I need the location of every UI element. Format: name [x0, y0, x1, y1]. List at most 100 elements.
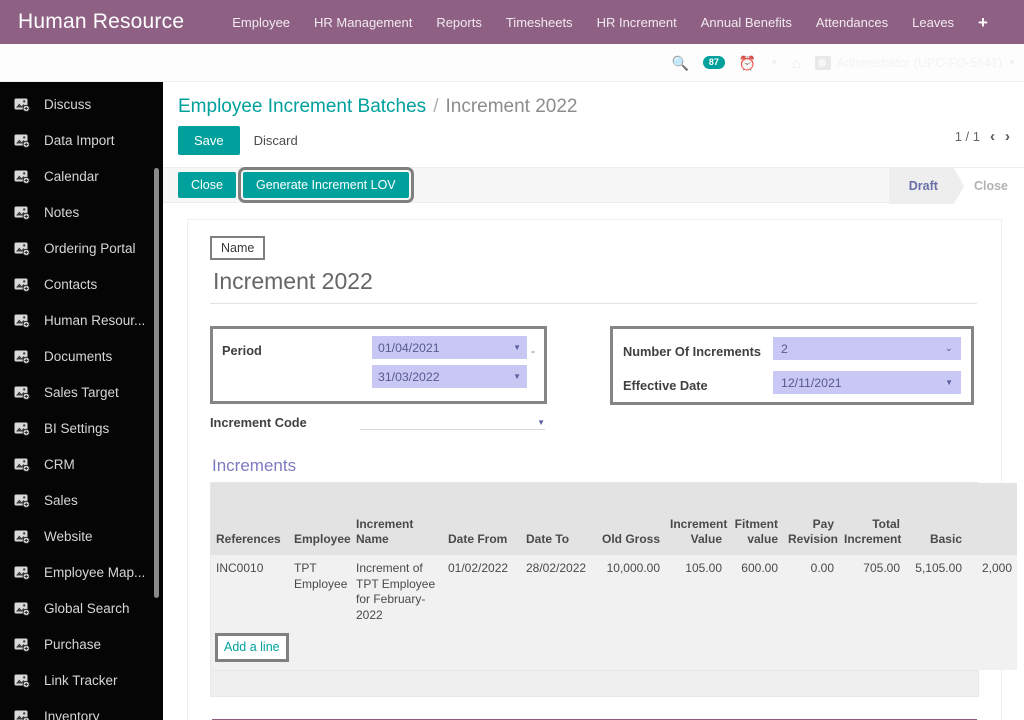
- increments-settings-group: Number Of Increments 2 ⌄ Effective Date: [610, 326, 974, 405]
- col-references[interactable]: References: [211, 483, 289, 555]
- chevron-down-icon[interactable]: ▼: [770, 58, 778, 67]
- sidebar-item-discuss[interactable]: Discuss: [0, 86, 163, 122]
- number-of-increments-value-wrap: 2 ⌄: [773, 337, 961, 360]
- sidebar-item-website[interactable]: Website: [0, 518, 163, 554]
- sidebar-item-inventory[interactable]: Inventory: [0, 698, 163, 720]
- sidebar-item-sales[interactable]: Sales: [0, 482, 163, 518]
- cell-overflow: 2,000: [967, 555, 1017, 630]
- form-group-left: Period 01/04/2021 ▼ - 31/03/2022 ▼ Incre…: [210, 326, 565, 430]
- record-buttons-row: Save Discard 1 / 1 ‹ ›: [163, 124, 1024, 155]
- col-overflow: [967, 483, 1017, 555]
- search-icon[interactable]: 🔍: [671, 56, 688, 70]
- period-from-input[interactable]: 01/04/2021 ▼: [372, 336, 527, 359]
- sidebar-item-contacts[interactable]: Contacts: [0, 266, 163, 302]
- app-brand-title[interactable]: Human Resource: [0, 10, 184, 34]
- status-bar: Draft Close: [888, 168, 1024, 204]
- sidebar-item-label: Documents: [44, 348, 113, 364]
- period-to-input[interactable]: 31/03/2022 ▼: [372, 365, 527, 388]
- col-basic[interactable]: Basic: [905, 483, 967, 555]
- sidebar-item-global-search[interactable]: Global Search: [0, 590, 163, 626]
- sidebar-scrollbar[interactable]: [154, 168, 159, 598]
- col-increment-value[interactable]: Increment Value: [665, 483, 727, 555]
- name-field-value[interactable]: Increment 2022: [210, 260, 977, 304]
- col-total-increment[interactable]: Total Increment: [839, 483, 905, 555]
- menu-item-reports[interactable]: Reports: [424, 9, 494, 36]
- sidebar-item-label: Global Search: [44, 600, 130, 616]
- increment-code-input[interactable]: ▼: [360, 408, 545, 430]
- menu-item-leaves[interactable]: Leaves: [900, 9, 966, 36]
- plus-icon[interactable]: +: [966, 10, 1000, 35]
- sidebar-item-human-resour[interactable]: Human Resour...: [0, 302, 163, 338]
- menu-item-hr-increment[interactable]: HR Increment: [585, 9, 689, 36]
- app-sidebar[interactable]: Discuss Data Import Calendar Notes Ordering …: [0, 82, 163, 720]
- control-panel: Employee Increment Batches / Increment 2…: [163, 82, 1024, 204]
- col-date-from[interactable]: Date From: [443, 483, 521, 555]
- pager-next-icon[interactable]: ›: [1005, 128, 1010, 145]
- effective-date-value-wrap: 12/11/2021 ▼: [773, 371, 961, 394]
- sidebar-item-link-tracker[interactable]: Link Tracker: [0, 662, 163, 698]
- col-pay-revision[interactable]: Pay Revision: [783, 483, 839, 555]
- image-placeholder-icon: [14, 637, 31, 652]
- sidebar-item-sales-target[interactable]: Sales Target: [0, 374, 163, 410]
- sidebar-item-notes[interactable]: Notes: [0, 194, 163, 230]
- image-placeholder-icon: [14, 529, 31, 544]
- form-group-right: Number Of Increments 2 ⌄ Effective Date: [610, 326, 974, 430]
- chevron-down-icon: ▼: [945, 378, 953, 387]
- clock-icon[interactable]: ⏰: [739, 56, 756, 70]
- increment-code-field: Increment Code ▼: [210, 408, 565, 430]
- save-button[interactable]: Save: [178, 126, 240, 155]
- sidebar-item-label: Notes: [44, 204, 80, 220]
- col-date-to[interactable]: Date To: [521, 483, 597, 555]
- status-badge-close[interactable]: Close: [953, 168, 1024, 204]
- menu-item-annual-benefits[interactable]: Annual Benefits: [689, 9, 804, 36]
- effective-date-value: 12/11/2021: [781, 375, 842, 390]
- period-label: Period: [222, 343, 262, 358]
- generate-increment-lov-button[interactable]: Generate Increment LOV: [237, 167, 414, 203]
- form-sheet: Name Increment 2022 Period 01/04/2021 ▼: [187, 219, 1017, 720]
- col-employee[interactable]: Employee: [289, 483, 351, 555]
- menu-item-attendances[interactable]: Attendances: [804, 9, 900, 36]
- discard-button[interactable]: Discard: [240, 126, 312, 155]
- sidebar-item-employee-map[interactable]: Employee Map...: [0, 554, 163, 590]
- user-menu[interactable]: Administrator (UPC-FO-5641) ▼: [814, 55, 1016, 70]
- sidebar-item-purchase[interactable]: Purchase: [0, 626, 163, 662]
- messages-counter-badge[interactable]: 87: [702, 56, 725, 69]
- close-button[interactable]: Close: [178, 172, 236, 198]
- col-fitment-value[interactable]: Fitment value: [727, 483, 783, 555]
- increments-table-footer: [211, 669, 978, 696]
- col-increment-name[interactable]: Increment Name: [351, 483, 443, 555]
- cell-total-increment: 705.00: [839, 555, 905, 630]
- chevron-down-icon: ▼: [1008, 58, 1016, 67]
- sidebar-item-calendar[interactable]: Calendar: [0, 158, 163, 194]
- number-of-increments-select[interactable]: 2 ⌄: [773, 337, 961, 360]
- image-placeholder-icon: [14, 133, 31, 148]
- sidebar-item-label: Discuss: [44, 96, 92, 112]
- period-field: Period 01/04/2021 ▼ - 31/03/2022 ▼: [222, 336, 535, 394]
- sidebar-item-label: Sales: [44, 492, 78, 508]
- sidebar-item-data-import[interactable]: Data Import: [0, 122, 163, 158]
- table-header-row: References Employee Increment Name Date …: [211, 483, 1017, 555]
- user-name-label: Administrator (UPC-FO-5641): [836, 55, 1003, 70]
- period-from-value: 01/04/2021: [378, 340, 440, 355]
- col-old-gross[interactable]: Old Gross: [597, 483, 665, 555]
- effective-date-input[interactable]: 12/11/2021 ▼: [773, 371, 961, 394]
- image-placeholder-icon: [14, 493, 31, 508]
- sidebar-item-ordering-portal[interactable]: Ordering Portal: [0, 230, 163, 266]
- menu-item-timesheets[interactable]: Timesheets: [494, 9, 585, 36]
- increments-table-wrapper: References Employee Increment Name Date …: [210, 482, 1017, 697]
- sidebar-item-crm[interactable]: CRM: [0, 446, 163, 482]
- menu-item-employee[interactable]: Employee: [220, 9, 302, 36]
- pager-previous-icon[interactable]: ‹: [990, 128, 995, 145]
- cell-date-to: 28/02/2022: [521, 555, 597, 630]
- sidebar-item-documents[interactable]: Documents: [0, 338, 163, 374]
- sidebar-item-label: Website: [44, 528, 93, 544]
- sidebar-item-bi-settings[interactable]: BI Settings: [0, 410, 163, 446]
- image-placeholder-icon: [14, 313, 31, 328]
- home-icon[interactable]: ⌂: [792, 56, 800, 70]
- status-badge-draft[interactable]: Draft: [888, 168, 965, 204]
- breadcrumb-root-link[interactable]: Employee Increment Batches: [178, 96, 426, 118]
- number-of-increments-label: Number Of Increments: [623, 344, 761, 359]
- add-a-line-button[interactable]: Add a line: [215, 633, 289, 662]
- table-row[interactable]: INC0010 TPT Employee Increment of TPT Em…: [211, 555, 1017, 630]
- menu-item-hr-management[interactable]: HR Management: [302, 9, 424, 36]
